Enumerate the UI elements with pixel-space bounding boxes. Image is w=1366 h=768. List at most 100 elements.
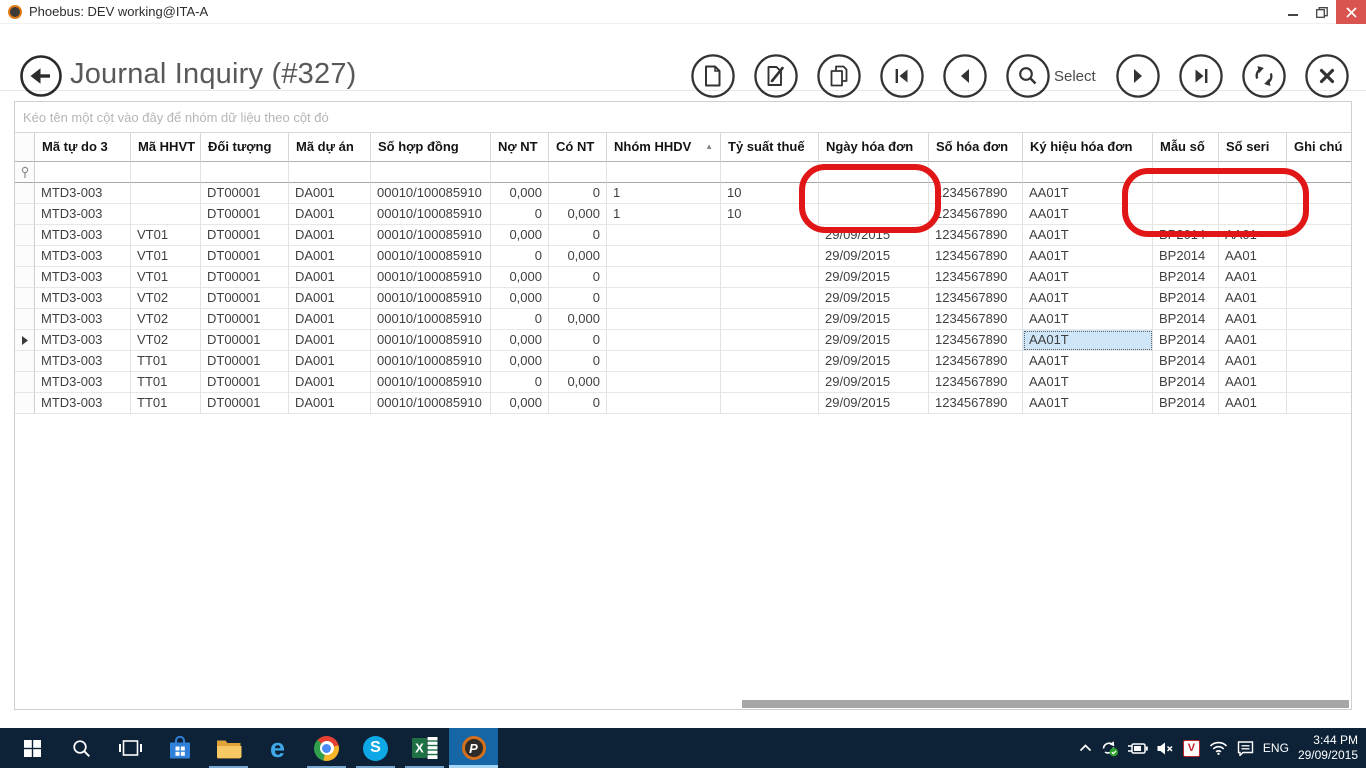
grid-cell[interactable]: DA001 xyxy=(289,246,371,267)
grid-row-9[interactable]: MTD3-003TT01DT00001DA00100010/1000859100… xyxy=(15,372,1352,393)
grid-cell[interactable]: 0,000 xyxy=(491,225,549,246)
next-record-button[interactable] xyxy=(1115,53,1161,99)
column-header-2[interactable]: Đối tượng xyxy=(201,133,289,162)
grid-cell[interactable]: BP2014 xyxy=(1153,246,1219,267)
filter-cell-14[interactable] xyxy=(1287,162,1352,183)
column-header-1[interactable]: Mã HHVT xyxy=(131,133,201,162)
grid-cell[interactable] xyxy=(607,246,721,267)
taskbar-search-button[interactable] xyxy=(57,728,106,768)
taskbar-skype-button[interactable]: S xyxy=(351,728,400,768)
grid-cell[interactable]: AA01T xyxy=(1023,288,1153,309)
filter-cell-6[interactable] xyxy=(549,162,607,183)
grid-cell[interactable]: 1234567890 xyxy=(929,330,1023,351)
horizontal-scrollbar-thumb[interactable] xyxy=(742,700,1349,708)
grid-cell[interactable]: 0 xyxy=(549,225,607,246)
grid-cell[interactable]: BP2014 xyxy=(1153,330,1219,351)
column-header-12[interactable]: Mẫu số xyxy=(1153,133,1219,162)
grid-cell[interactable]: 0,000 xyxy=(549,204,607,225)
group-by-panel[interactable]: Kéo tên một cột vào đây để nhóm dữ liệu … xyxy=(15,102,1351,133)
grid-cell[interactable]: AA01T xyxy=(1023,393,1153,414)
grid-row-8[interactable]: MTD3-003TT01DT00001DA00100010/1000859100… xyxy=(15,351,1352,372)
taskbar-phoebus-button[interactable]: P xyxy=(449,728,498,768)
taskbar-task-view-button[interactable] xyxy=(106,728,155,768)
grid-cell[interactable]: 0,000 xyxy=(491,393,549,414)
grid-cell[interactable]: AA01 xyxy=(1219,393,1287,414)
grid-cell[interactable]: 0 xyxy=(549,288,607,309)
grid-row-4[interactable]: MTD3-003VT01DT00001DA00100010/1000859100… xyxy=(15,267,1352,288)
grid-cell[interactable]: DA001 xyxy=(289,351,371,372)
grid-cell[interactable]: TT01 xyxy=(131,351,201,372)
grid-cell[interactable]: 0,000 xyxy=(491,351,549,372)
taskbar-edge-button[interactable]: e xyxy=(253,728,302,768)
column-header-4[interactable]: Số hợp đồng xyxy=(371,133,491,162)
column-header-0[interactable]: Mã tự do 3 xyxy=(35,133,131,162)
grid-cell[interactable]: MTD3-003 xyxy=(35,204,131,225)
grid-cell[interactable] xyxy=(1287,225,1352,246)
refresh-button[interactable] xyxy=(1241,53,1287,99)
grid-cell[interactable]: MTD3-003 xyxy=(35,246,131,267)
grid-cell[interactable]: AA01T xyxy=(1023,204,1153,225)
grid-cell[interactable]: AA01T xyxy=(1023,351,1153,372)
new-document-button[interactable] xyxy=(690,53,736,99)
taskbar-chrome-button[interactable] xyxy=(302,728,351,768)
grid-cell[interactable]: DT00001 xyxy=(201,372,289,393)
column-header-5[interactable]: Nợ NT xyxy=(491,133,549,162)
grid-cell[interactable] xyxy=(721,225,819,246)
taskbar-start-button[interactable] xyxy=(8,728,57,768)
grid-cell[interactable] xyxy=(1287,183,1352,204)
restore-button[interactable] xyxy=(1307,0,1336,24)
tray-chevron-up-icon[interactable] xyxy=(1079,744,1092,752)
grid-cell[interactable]: 0,000 xyxy=(491,183,549,204)
grid-cell[interactable] xyxy=(1287,309,1352,330)
grid-cell[interactable]: DT00001 xyxy=(201,330,289,351)
grid-cell[interactable] xyxy=(721,330,819,351)
column-header-10[interactable]: Số hóa đơn xyxy=(929,133,1023,162)
grid-row-10[interactable]: MTD3-003TT01DT00001DA00100010/1000859100… xyxy=(15,393,1352,414)
grid-cell[interactable]: AA01 xyxy=(1219,330,1287,351)
grid-cell[interactable]: VT02 xyxy=(131,309,201,330)
grid-cell[interactable]: 29/09/2015 xyxy=(819,267,929,288)
grid-cell[interactable]: 00010/100085910 xyxy=(371,246,491,267)
grid-cell[interactable] xyxy=(607,225,721,246)
close-button[interactable] xyxy=(1336,0,1366,24)
filter-cell-9[interactable] xyxy=(819,162,929,183)
grid-cell[interactable]: 1 xyxy=(607,204,721,225)
grid-cell[interactable] xyxy=(721,393,819,414)
grid-cell[interactable] xyxy=(1287,288,1352,309)
grid-cell[interactable]: DT00001 xyxy=(201,351,289,372)
grid-cell[interactable]: AA01 xyxy=(1219,351,1287,372)
grid-cell[interactable]: 00010/100085910 xyxy=(371,351,491,372)
grid-cell[interactable]: 29/09/2015 xyxy=(819,225,929,246)
grid-cell[interactable]: 29/09/2015 xyxy=(819,309,929,330)
grid-cell[interactable]: MTD3-003 xyxy=(35,309,131,330)
grid-cell[interactable]: 00010/100085910 xyxy=(371,267,491,288)
grid-cell[interactable]: MTD3-003 xyxy=(35,225,131,246)
grid-cell[interactable]: DT00001 xyxy=(201,246,289,267)
grid-cell[interactable] xyxy=(131,183,201,204)
filter-cell-5[interactable] xyxy=(491,162,549,183)
grid-row-0[interactable]: MTD3-003DT00001DA00100010/1000859100,000… xyxy=(15,183,1352,204)
column-header-7[interactable]: Nhóm HHDV▲ xyxy=(607,133,721,162)
grid-cell[interactable] xyxy=(607,351,721,372)
filter-cell-1[interactable] xyxy=(131,162,201,183)
grid-cell[interactable] xyxy=(721,246,819,267)
grid-cell[interactable]: 1 xyxy=(607,183,721,204)
grid-cell[interactable]: DT00001 xyxy=(201,204,289,225)
grid-cell[interactable]: VT01 xyxy=(131,267,201,288)
grid-cell[interactable]: 1234567890 xyxy=(929,393,1023,414)
filter-cell-7[interactable] xyxy=(607,162,721,183)
grid-cell[interactable]: 0 xyxy=(491,372,549,393)
grid-cell[interactable]: 1234567890 xyxy=(929,372,1023,393)
grid-cell[interactable]: MTD3-003 xyxy=(35,183,131,204)
grid-cell[interactable]: 00010/100085910 xyxy=(371,330,491,351)
grid-cell[interactable]: DA001 xyxy=(289,330,371,351)
filter-cell-3[interactable] xyxy=(289,162,371,183)
grid-cell[interactable]: AA01 xyxy=(1219,225,1287,246)
grid-cell[interactable]: BP2014 xyxy=(1153,393,1219,414)
grid-cell[interactable] xyxy=(1287,246,1352,267)
grid-cell[interactable]: 29/09/2015 xyxy=(819,372,929,393)
grid-cell[interactable]: DA001 xyxy=(289,393,371,414)
grid-cell[interactable]: MTD3-003 xyxy=(35,393,131,414)
grid-cell[interactable]: 1234567890 xyxy=(929,246,1023,267)
grid-cell[interactable]: DT00001 xyxy=(201,288,289,309)
